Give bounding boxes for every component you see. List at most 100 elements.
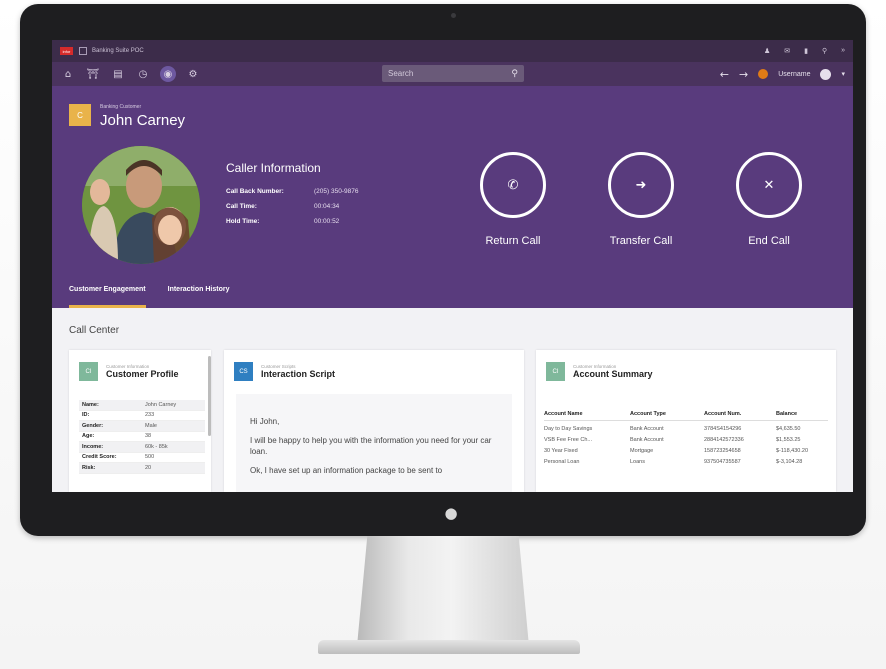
account-type: Loans [630, 458, 645, 465]
caller-row: Call Back Number: (205) 350-9876 [226, 188, 358, 203]
tab-customer-engagement[interactable]: Customer Engagement [69, 286, 146, 308]
transfer-call-button[interactable]: ➜ Transfer Call [591, 152, 691, 247]
column-header[interactable]: Account Type [630, 411, 704, 417]
column-header[interactable]: Account Num. [704, 411, 776, 417]
close-icon[interactable]: ✕ [736, 152, 802, 218]
customer-name: John Carney [100, 112, 186, 129]
script-line: Hi John, [250, 417, 280, 426]
monitor-stand [357, 536, 529, 646]
caller-value: 00:04:34 [314, 203, 340, 210]
search-placeholder: Search [388, 69, 414, 78]
account-balance: $1,553.25 [776, 436, 801, 443]
settings-icon[interactable]: ⚙ [185, 66, 201, 82]
account-number: 3784S4154296 [704, 425, 742, 432]
document-icon[interactable]: ▤ [110, 66, 126, 82]
table-row: ID: 233 [79, 411, 205, 421]
card-header: CS Customer Scripts Interaction Script [234, 362, 335, 381]
username-label[interactable]: Username [778, 71, 810, 78]
account-type: Mortgage [630, 447, 654, 454]
end-call-button[interactable]: ✕ End Call [719, 152, 819, 247]
table-row: Credit Score: 500 [79, 453, 205, 463]
title-bar: infor Banking Suite POC ♟ ✉ ▮ ⚲ » [52, 40, 853, 62]
title-bar-actions: ♟ ✉ ▮ ⚲ » [764, 47, 845, 55]
bookmark-icon[interactable]: ▮ [804, 47, 808, 55]
table-row[interactable]: VSB Fee Free Ch... Bank Account 28841425… [544, 434, 828, 445]
mail-icon[interactable]: ✉ [784, 47, 790, 55]
card-title: Account Summary [573, 369, 653, 379]
caller-label: Call Back Number: [226, 188, 284, 195]
card-title: Interaction Script [261, 369, 336, 379]
screen: infor Banking Suite POC ♟ ✉ ▮ ⚲ » ⌂ ⛩ ▤ … [52, 40, 853, 492]
caller-row: Call Time: 00:04:34 [226, 203, 358, 218]
caller-label: Hold Time: [226, 218, 260, 225]
field-value: John Carney [145, 401, 177, 408]
account-name: Personal Loan [544, 458, 580, 465]
card-header: CI Customer Information Customer Profile [79, 362, 179, 381]
card-header: CI Customer Information Account Summary [546, 362, 653, 381]
account-name: VSB Fee Free Ch... [544, 436, 592, 443]
profile-table: Name: John Carney ID: 233 Gender: Male Age:… [79, 400, 205, 474]
tab-interaction-history[interactable]: Interaction History [168, 286, 230, 308]
end-call-label[interactable]: End Call [719, 235, 819, 247]
table-row: Gender: Male [79, 421, 205, 432]
table-row: Risk: 20 [79, 463, 205, 474]
card-badge: CI [546, 362, 565, 381]
desktop-scene: infor Banking Suite POC ♟ ✉ ▮ ⚲ » ⌂ ⛩ ▤ … [0, 0, 886, 669]
clock-icon[interactable]: ◷ [135, 66, 151, 82]
person-icon[interactable]: ♟ [764, 47, 770, 55]
customer-profile-card: CI Customer Information Customer Profile… [69, 350, 211, 492]
forward-icon[interactable]: ➜ [608, 152, 674, 218]
customer-photo [82, 146, 200, 264]
table-row[interactable]: 30 Year Fixed Mortgage 158723254658 $-11… [544, 445, 828, 456]
field-label: Gender: [82, 422, 104, 429]
field-label: Risk: [82, 464, 96, 471]
caller-info: Call Back Number: (205) 350-9876 Call Ti… [226, 188, 358, 233]
bank-icon[interactable]: ⛩ [85, 66, 101, 82]
account-type: Bank Account [630, 436, 664, 443]
card-badge: CI [79, 362, 98, 381]
return-call-button[interactable]: ✆ Return Call [463, 152, 563, 247]
column-header[interactable]: Balance [776, 411, 828, 417]
field-label: Age: [82, 433, 95, 440]
table-row[interactable]: Personal Loan Loans 937504735587 $-3,104… [544, 456, 828, 467]
transfer-call-label[interactable]: Transfer Call [591, 235, 691, 247]
field-value: 38 [145, 433, 152, 440]
search-input[interactable]: Search ⚲ [382, 65, 524, 82]
tab-bar: Customer Engagement Interaction History [69, 286, 229, 308]
account-table: Account Name Account Type Account Num. B… [544, 408, 828, 467]
caller-value: (205) 350-9876 [314, 188, 359, 195]
app-grid-icon[interactable] [79, 47, 87, 55]
app-logo: infor [60, 47, 73, 55]
nav-right: ← → Username ▾ [720, 68, 845, 81]
home-icon[interactable]: ⌂ [60, 66, 76, 82]
return-call-label[interactable]: Return Call [463, 235, 563, 247]
phone-icon[interactable]: ✆ [480, 152, 546, 218]
table-header: Account Name Account Type Account Num. B… [544, 408, 828, 421]
customer-type: Banking Customer [100, 104, 142, 110]
notification-icon[interactable] [758, 69, 769, 79]
app-title: Banking Suite POC [92, 48, 144, 54]
table-row: Income: 60k - 85k [79, 442, 205, 453]
account-balance: $-118,430.20 [776, 447, 809, 454]
expand-icon[interactable]: » [841, 47, 845, 55]
account-number: 2884142572336 [704, 436, 744, 443]
account-number: 937504735587 [704, 458, 741, 465]
table-row[interactable]: Day to Day Savings Bank Account 3784S415… [544, 423, 828, 434]
user-avatar-icon[interactable] [820, 68, 832, 80]
search-icon[interactable]: ⚲ [822, 47, 827, 55]
field-value: 60k - 85k [145, 443, 168, 450]
camera [451, 13, 456, 18]
forward-arrow-icon[interactable]: → [739, 68, 748, 81]
account-type: Bank Account [630, 425, 664, 432]
field-value: 20 [145, 464, 152, 471]
search-icon[interactable]: ⚲ [511, 69, 518, 79]
scrollbar[interactable] [208, 356, 211, 436]
call-center-icon[interactable]: ◉ [160, 66, 176, 82]
back-arrow-icon[interactable]: ← [720, 68, 729, 81]
customer-badge: C [69, 104, 91, 126]
column-header[interactable]: Account Name [544, 411, 630, 417]
apple-logo-icon: ● [444, 504, 458, 522]
script-line: Ok, I have set up an information package… [250, 466, 443, 475]
caller-label: Call Time: [226, 203, 257, 210]
chevron-down-icon[interactable]: ▾ [841, 70, 845, 78]
